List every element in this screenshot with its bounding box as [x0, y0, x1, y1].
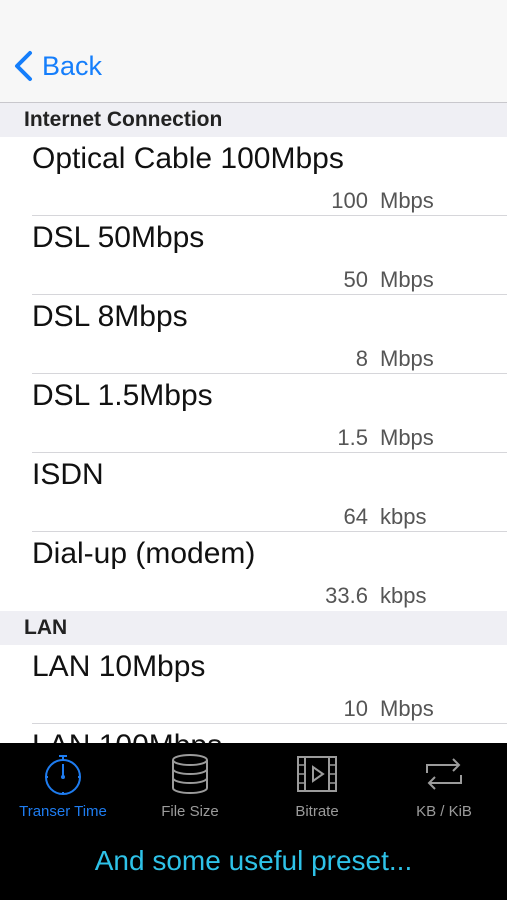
row-value: 64	[343, 504, 368, 529]
tab-file-size[interactable]: File Size	[127, 751, 253, 831]
stopwatch-icon	[45, 755, 81, 795]
navigation-bar: Back	[0, 0, 507, 103]
repeat-icon	[426, 758, 462, 790]
list-item[interactable]: Optical Cable 100Mbps 100 Mbps	[0, 137, 507, 216]
row-unit: Mbps	[380, 425, 434, 450]
row-unit: Mbps	[380, 696, 434, 721]
tab-label: File Size	[161, 803, 219, 820]
row-title: ISDN	[32, 458, 104, 491]
row-title: LAN 10Mbps	[32, 650, 206, 683]
list-item[interactable]: ISDN 64 kbps	[0, 453, 507, 532]
row-unit: Mbps	[380, 267, 434, 292]
film-icon	[297, 756, 337, 792]
row-title: Dial-up (modem)	[32, 537, 256, 570]
tab-bitrate[interactable]: Bitrate	[254, 751, 380, 831]
list-item[interactable]: DSL 50Mbps 50 Mbps	[0, 216, 507, 295]
section-header-lan: LAN	[0, 611, 507, 645]
section-header-internet: Internet Connection	[0, 103, 507, 137]
row-title: DSL 1.5Mbps	[32, 379, 213, 412]
promo-caption: And some useful preset...	[94, 845, 413, 876]
tab-transfer-time[interactable]: Transer Time	[0, 751, 126, 831]
row-unit: kbps	[380, 504, 427, 529]
row-value: 33.6	[325, 583, 368, 608]
back-button[interactable]: Back	[12, 50, 102, 82]
row-title: DSL 50Mbps	[32, 221, 205, 254]
database-icon	[172, 754, 208, 794]
tab-label: Transer Time	[19, 803, 107, 820]
tab-label: Bitrate	[295, 803, 339, 820]
list-item[interactable]: DSL 8Mbps 8 Mbps	[0, 295, 507, 374]
back-label: Back	[42, 50, 103, 81]
row-unit: Mbps	[380, 188, 434, 213]
row-value: 50	[343, 267, 368, 292]
row-value: 8	[355, 346, 368, 371]
tab-label: KB / KiB	[416, 803, 472, 820]
chevron-left-icon	[15, 51, 32, 81]
row-title: LAN 100Mbps	[32, 729, 222, 743]
list-item[interactable]: DSL 1.5Mbps 1.5 Mbps	[0, 374, 507, 453]
row-unit: kbps	[380, 583, 427, 608]
list-item[interactable]: Dial-up (modem) 33.6 kbps	[0, 532, 507, 611]
row-value: 100	[331, 188, 368, 213]
row-unit: Mbps	[380, 346, 434, 371]
row-value: 10	[343, 696, 368, 721]
tab-kb-kib[interactable]: KB / KiB	[381, 751, 507, 831]
row-title: DSL 8Mbps	[32, 300, 188, 333]
list-item[interactable]: LAN 10Mbps 10 Mbps	[0, 645, 507, 724]
preset-list: Internet Connection Optical Cable 100Mbp…	[0, 103, 507, 743]
row-title: Optical Cable 100Mbps	[32, 142, 344, 175]
list-item[interactable]: LAN 100Mbps	[0, 724, 507, 743]
row-value: 1.5	[337, 425, 368, 450]
